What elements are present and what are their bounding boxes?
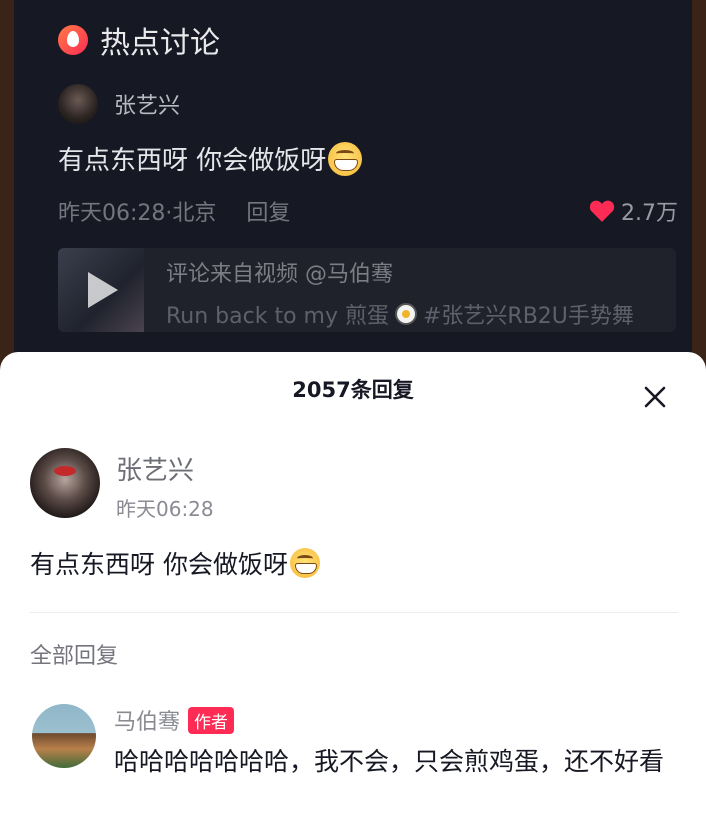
like-count: 2.7万: [621, 201, 678, 226]
hot-discussion-header: 热点讨论: [58, 18, 220, 62]
fried-egg-icon: [394, 303, 417, 325]
like-button[interactable]: 2.7万: [589, 195, 678, 227]
play-icon: [88, 272, 118, 308]
main-comment-time: 昨天06:28: [116, 497, 214, 521]
grin-emoji-icon: [328, 141, 363, 176]
source-video-card[interactable]: 评论来自视频 @马伯骞 Run back to my 煎蛋 #张艺兴RB2U手势…: [58, 248, 676, 332]
list-item: 马伯骞 作者 哈哈哈哈哈哈哈，我不会，只会煎鸡蛋，还不好看: [32, 704, 684, 783]
main-comment-text: 有点东西呀 你会做饭呀: [30, 545, 320, 581]
avatar[interactable]: [32, 704, 96, 768]
main-user-info: 张艺兴 昨天06:28: [116, 448, 214, 522]
main-comment-body: 有点东西呀 你会做饭呀: [30, 550, 288, 579]
avatar[interactable]: [30, 448, 100, 518]
sheet-title: 2057条回复: [292, 378, 414, 402]
close-icon[interactable]: [640, 382, 670, 412]
background-comment-card: 热点讨论 张艺兴 有点东西呀 你会做饭呀 昨天06:28·北京 回复 2.7万 …: [14, 0, 692, 380]
video-hashtag[interactable]: #张艺兴RB2U手势舞: [423, 298, 634, 330]
main-comment-user[interactable]: 张艺兴 昨天06:28: [30, 448, 214, 522]
grin-emoji-icon: [289, 548, 320, 578]
fire-icon: [58, 25, 88, 55]
heart-icon: [589, 200, 615, 222]
reply-username[interactable]: 马伯骞: [114, 704, 180, 736]
main-username[interactable]: 张艺兴: [116, 450, 214, 487]
bg-username[interactable]: 张艺兴: [114, 88, 180, 120]
bg-comment-meta: 昨天06:28·北京 回复 2.7万: [58, 195, 678, 227]
replies-sheet: 2057条回复 张艺兴 昨天06:28 有点东西呀 你会做饭呀 全部回复 马伯骞…: [0, 352, 706, 825]
reply-text: 哈哈哈哈哈哈哈，我不会，只会煎鸡蛋，还不好看: [114, 747, 665, 776]
reply-header: 马伯骞 作者: [114, 704, 684, 736]
reply-body: 马伯骞 作者 哈哈哈哈哈哈哈，我不会，只会煎鸡蛋，还不好看: [114, 704, 684, 783]
bg-comment-text: 有点东西呀 你会做饭呀: [58, 140, 363, 177]
video-caption-text: Run back to my 煎蛋: [166, 304, 389, 329]
hot-discussion-title: 热点讨论: [100, 26, 220, 61]
author-badge: 作者: [188, 706, 235, 734]
bg-comment-body: 有点东西呀 你会做饭呀: [58, 146, 327, 176]
video-thumbnail[interactable]: [58, 248, 144, 332]
bg-comment-user[interactable]: 张艺兴: [58, 84, 180, 124]
bg-time-location: 昨天06:28·北京: [58, 201, 217, 226]
video-info: 评论来自视频 @马伯骞 Run back to my 煎蛋 #张艺兴RB2U手势…: [144, 248, 634, 332]
all-replies-label: 全部回复: [30, 644, 119, 669]
bg-reply-button[interactable]: 回复: [246, 195, 290, 227]
divider: [30, 612, 678, 613]
avatar[interactable]: [58, 84, 98, 124]
video-caption: Run back to my 煎蛋 #张艺兴RB2U手势舞: [166, 298, 634, 330]
video-source: 评论来自视频 @马伯骞: [166, 262, 393, 287]
